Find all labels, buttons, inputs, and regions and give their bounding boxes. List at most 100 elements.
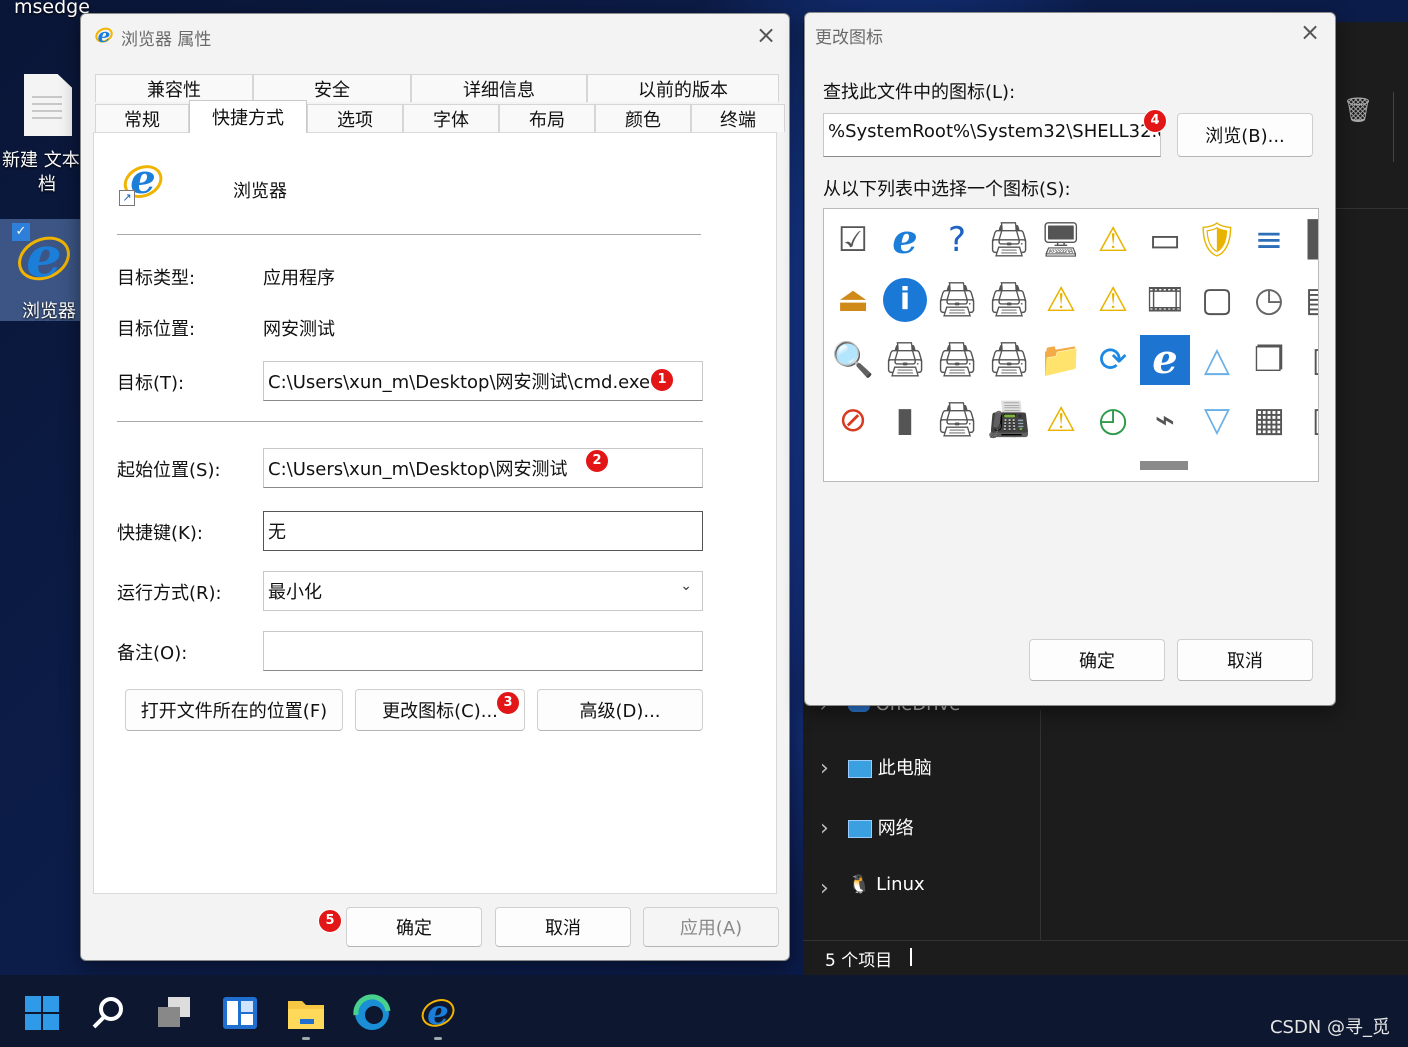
tab-details[interactable]: 详细信息 (411, 74, 587, 102)
fax-icon[interactable]: 📠 (984, 395, 1034, 445)
running-indicator (434, 1037, 442, 1040)
warning-icon-glyph: ⚠ (1097, 280, 1129, 320)
tab-colors[interactable]: 颜色 (595, 104, 691, 132)
arrow-down-icon[interactable]: ▽ (1192, 395, 1242, 445)
window-title: 浏览器 属性 (121, 30, 212, 50)
printer-check-icon[interactable]: 🖨 (880, 335, 930, 385)
printer-search-icon[interactable]: 🖨 (932, 335, 982, 385)
trash-icon[interactable]: 🗑 (1343, 96, 1373, 124)
warning-icon[interactable]: ⚠ (1036, 395, 1086, 445)
history-clock-icon[interactable]: ◴ (1088, 395, 1138, 445)
tab-compatibility[interactable]: 兼容性 (95, 74, 253, 102)
file-explorer-icon[interactable] (286, 993, 326, 1033)
open-file-location-button[interactable]: 打开文件所在的位置(F) (125, 689, 343, 731)
copy-pages-icon[interactable]: ❐ (1244, 335, 1294, 385)
status-separator (910, 948, 912, 966)
run-label: 运行方式(R): (117, 583, 222, 604)
tab-layout[interactable]: 布局 (499, 104, 595, 132)
tab-font[interactable]: 字体 (403, 104, 499, 132)
chevron-right-icon[interactable]: › (820, 756, 829, 781)
column-icon[interactable]: ▯ (1296, 335, 1318, 385)
tab-row-bottom: 常规 快捷方式 选项 字体 布局 颜色 终端 (95, 100, 785, 133)
nav-item-network[interactable]: 网络 (848, 814, 914, 840)
network-printer-icon[interactable]: 🖨 (984, 275, 1034, 325)
comment-field[interactable] (263, 631, 703, 671)
tab-previous-versions[interactable]: 以前的版本 (587, 74, 779, 102)
tab-terminal[interactable]: 终端 (691, 104, 785, 132)
desktop-label-msedge[interactable]: msedge (14, 0, 90, 18)
tab-options[interactable]: 选项 (307, 104, 403, 132)
arrow-up-icon[interactable]: △ (1192, 335, 1242, 385)
shield-warning-icon[interactable]: 🛡 (1192, 215, 1242, 265)
usb-drive-icon[interactable]: ⌁ (1140, 395, 1190, 445)
ie-icon[interactable]: e (880, 215, 930, 265)
icon-list[interactable]: ☑e?🖨🖥⚠▭🛡≡▌⏏i🖨🖨⚠⚠🎞▢◷▤🔍🖨🖨🖨📁⟳e△❐▯⊘▮🖨📠⚠◴⌁▽▦▯ (823, 208, 1319, 482)
history-clock-icon-glyph: ◴ (1098, 400, 1128, 440)
window-grid-icon[interactable]: ▦ (1244, 395, 1294, 445)
document-icon[interactable]: ▤ (1296, 275, 1318, 325)
hotkey-field[interactable]: 无 (263, 511, 703, 551)
filter-icon[interactable]: ≡ (1244, 215, 1294, 265)
tab-shortcut[interactable]: 快捷方式 (189, 100, 307, 133)
media-icon[interactable]: 🎞 (1140, 275, 1190, 325)
info-icon[interactable]: i (880, 275, 930, 325)
task-view-icon[interactable] (154, 993, 194, 1033)
tab-general[interactable]: 常规 (95, 104, 189, 132)
target-field[interactable]: C:\Users\xun_m\Desktop\网安测试\cmd.exe (263, 361, 703, 401)
network-printer-icon[interactable]: 🖨 (984, 215, 1034, 265)
comment-label: 备注(O): (117, 643, 188, 664)
printer-users-icon[interactable]: 🖨 (984, 335, 1034, 385)
shield-warning-icon-glyph: 🛡 (1195, 220, 1239, 260)
sync-icon[interactable]: ⟳ (1088, 335, 1138, 385)
properties-titlebar[interactable]: e 浏览器 属性 × (81, 14, 789, 56)
ok-button[interactable]: 确定 (1029, 639, 1165, 681)
change-icon-titlebar[interactable]: 更改图标 × (805, 13, 1335, 55)
horizontal-scrollbar-thumb[interactable] (1140, 461, 1188, 470)
nav-item-linux[interactable]: 🐧 Linux (848, 874, 925, 895)
ie-icon-glyph: e (1152, 336, 1178, 383)
chevron-right-icon[interactable]: › (820, 876, 829, 901)
warning-icon[interactable]: ⚠ (1088, 275, 1138, 325)
search-folder-icon[interactable]: 🔍 (828, 335, 878, 385)
ie-icon[interactable]: e (417, 993, 459, 1033)
warning-icon[interactable]: ⚠ (1036, 275, 1086, 325)
ie-icon[interactable]: e (1140, 335, 1190, 385)
window-icon[interactable]: ▭ (1140, 215, 1190, 265)
drive-eject-icon[interactable]: ⏏ (828, 275, 878, 325)
clock-icon[interactable]: ◷ (1244, 275, 1294, 325)
tab-security[interactable]: 安全 (253, 74, 411, 102)
warning-icon[interactable]: ⚠ (1088, 215, 1138, 265)
printer-icon[interactable]: 🖨 (932, 275, 982, 325)
run-select[interactable]: 最小化 ⌄ (263, 571, 703, 611)
running-indicator (302, 1037, 310, 1040)
advanced-button[interactable]: 高级(D)... (537, 689, 703, 731)
desktop-icon-label-newtext[interactable]: 新建 文本 (2, 146, 80, 172)
text-file-icon[interactable] (24, 74, 72, 136)
start-in-field[interactable]: C:\Users\xun_m\Desktop\网安测试 (263, 448, 703, 488)
close-icon[interactable]: × (1295, 19, 1325, 45)
search-icon[interactable] (88, 993, 128, 1033)
icon-file-field[interactable]: %SystemRoot%\System32\SHELL32.dll (823, 113, 1161, 157)
nav-item-this-pc[interactable]: 此电脑 (848, 754, 932, 780)
browse-button[interactable]: 浏览(B)... (1177, 113, 1313, 157)
column-icon[interactable]: ▯ (1296, 395, 1318, 445)
computer-monitor-icon[interactable]: 🖥 (1036, 215, 1086, 265)
folder-delete-icon[interactable]: 📁 (1036, 335, 1086, 385)
close-icon[interactable]: × (751, 22, 781, 48)
cancel-button[interactable]: 取消 (495, 907, 631, 947)
help-file-icon[interactable]: ? (932, 215, 982, 265)
checklist-icon[interactable]: ☑ (828, 215, 878, 265)
blank-window-icon[interactable]: ▢ (1192, 275, 1242, 325)
ok-button[interactable]: 确定 (346, 907, 482, 947)
partial-icon[interactable]: ▌ (1296, 215, 1318, 265)
chevron-right-icon[interactable]: › (820, 816, 829, 841)
widgets-icon[interactable] (220, 993, 260, 1033)
target-type-value: 应用程序 (263, 268, 335, 289)
edge-icon[interactable] (352, 993, 392, 1033)
desktop-icon-label-browser[interactable]: 浏览器 (22, 297, 76, 323)
cancel-button[interactable]: 取消 (1177, 639, 1313, 681)
no-entry-icon[interactable]: ⊘ (828, 395, 878, 445)
printer-edit-icon[interactable]: 🖨 (932, 395, 982, 445)
start-icon[interactable] (22, 993, 62, 1033)
server-check-icon[interactable]: ▮ (880, 395, 930, 445)
